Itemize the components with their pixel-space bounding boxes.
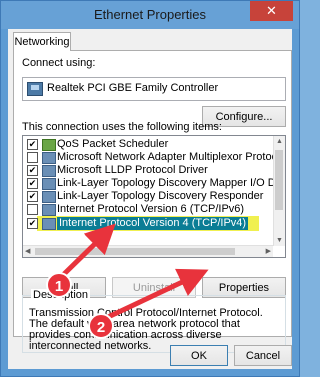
- scroll-left-icon[interactable]: ◀: [25, 246, 30, 257]
- list-item[interactable]: Microsoft Network Adapter Multiplexor Pr…: [23, 151, 285, 164]
- item-label: Link-Layer Topology Discovery Responder: [57, 190, 264, 202]
- network-adapter-icon: [27, 82, 43, 96]
- title-bar[interactable]: Ethernet Properties ✕: [1, 1, 299, 29]
- item-checkbox[interactable]: ✔: [27, 139, 38, 150]
- adapter-field: Realtek PCI GBE Family Controller: [22, 77, 286, 101]
- badge-step-2: 2: [88, 313, 114, 339]
- list-item[interactable]: Internet Protocol Version 6 (TCP/IPv6): [23, 203, 273, 216]
- badge-step-1: 1: [46, 272, 72, 298]
- item-checkbox[interactable]: ✔: [27, 218, 38, 229]
- item-label: Link-Layer Topology Discovery Mapper I/O…: [57, 177, 286, 189]
- scrollbar-thumb[interactable]: [35, 248, 235, 255]
- vertical-scrollbar[interactable]: ▲ ▼: [273, 136, 285, 246]
- qos-icon: [42, 139, 56, 151]
- protocol-icon: [42, 165, 56, 177]
- scrollbar-thumb[interactable]: [275, 150, 283, 210]
- dialog-client-area: Networking Connect using: Realtek PCI GB…: [8, 29, 292, 369]
- item-label: Internet Protocol Version 4 (TCP/IPv4): [57, 217, 249, 230]
- item-checkbox[interactable]: [27, 204, 38, 215]
- list-item[interactable]: ✔ Link-Layer Topology Discovery Responde…: [23, 190, 273, 203]
- properties-window: Ethernet Properties ✕ Networking Connect…: [0, 0, 300, 377]
- list-item-selected[interactable]: ✔ Internet Protocol Version 4 (TCP/IPv4): [23, 216, 273, 231]
- scroll-down-icon[interactable]: ▼: [276, 235, 283, 246]
- items-list[interactable]: ✔ QoS Packet Scheduler Microsoft Network…: [22, 135, 286, 258]
- item-label: Internet Protocol Version 6 (TCP/IPv6): [57, 203, 245, 215]
- item-label: QoS Packet Scheduler: [57, 138, 169, 150]
- protocol-icon: [42, 204, 56, 216]
- item-checkbox[interactable]: ✔: [27, 178, 38, 189]
- protocol-icon: [42, 191, 56, 203]
- protocol-icon: [42, 218, 56, 230]
- adapter-name: Realtek PCI GBE Family Controller: [47, 82, 219, 94]
- item-label: Microsoft LLDP Protocol Driver: [57, 164, 208, 176]
- list-item[interactable]: ✔ Microsoft LLDP Protocol Driver: [23, 164, 273, 177]
- close-button[interactable]: ✕: [250, 1, 293, 21]
- ok-button[interactable]: OK: [170, 345, 228, 366]
- items-label: This connection uses the following items…: [22, 121, 222, 133]
- scroll-right-icon[interactable]: ▶: [266, 246, 271, 257]
- item-checkbox[interactable]: [27, 152, 38, 163]
- item-checkbox[interactable]: ✔: [27, 165, 38, 176]
- scroll-up-icon[interactable]: ▲: [276, 136, 283, 147]
- connect-using-label: Connect using:: [22, 57, 96, 69]
- list-item[interactable]: ✔ Link-Layer Topology Discovery Mapper I…: [23, 177, 285, 190]
- item-label: Microsoft Network Adapter Multiplexor Pr…: [57, 151, 286, 163]
- horizontal-scrollbar[interactable]: ◀ ▶: [23, 245, 273, 257]
- protocol-icon: [42, 178, 56, 190]
- list-item[interactable]: ✔ QoS Packet Scheduler: [23, 138, 273, 151]
- cancel-button[interactable]: Cancel: [234, 345, 292, 366]
- protocol-icon: [42, 152, 56, 164]
- tab-networking[interactable]: Networking: [13, 32, 71, 51]
- item-checkbox[interactable]: ✔: [27, 191, 38, 202]
